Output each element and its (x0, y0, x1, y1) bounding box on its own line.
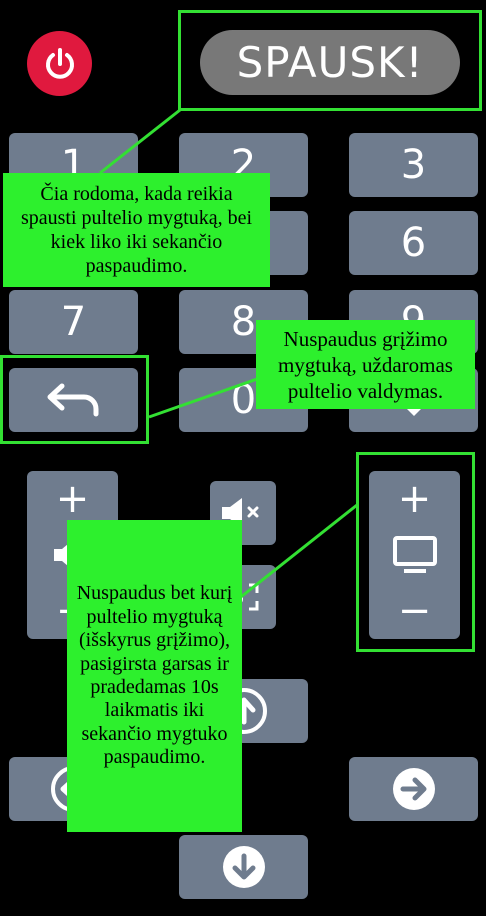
arrow-right-button[interactable] (349, 757, 478, 821)
annotation-back: Nuspaudus grįžimo mygtuką, uždaromas pul… (256, 320, 475, 409)
spausk-highlight-frame (178, 10, 482, 111)
power-button[interactable] (27, 31, 92, 96)
arrow-down-icon (222, 846, 265, 888)
volume-plus[interactable]: + (56, 479, 90, 519)
channel-highlight-frame (356, 452, 475, 652)
arrow-right-icon (392, 768, 435, 810)
arrow-down-button[interactable] (179, 835, 308, 899)
key-6[interactable]: 6 (349, 211, 478, 275)
power-icon (45, 47, 74, 79)
annotation-sound: Nuspaudus bet kurį pultelio mygtuką (išs… (67, 520, 242, 832)
key-3[interactable]: 3 (349, 133, 478, 197)
annotation-top: Čia rodoma, kada reikia spausti pultelio… (3, 173, 270, 287)
key-7[interactable]: 7 (9, 290, 138, 354)
back-highlight-frame (0, 355, 149, 444)
